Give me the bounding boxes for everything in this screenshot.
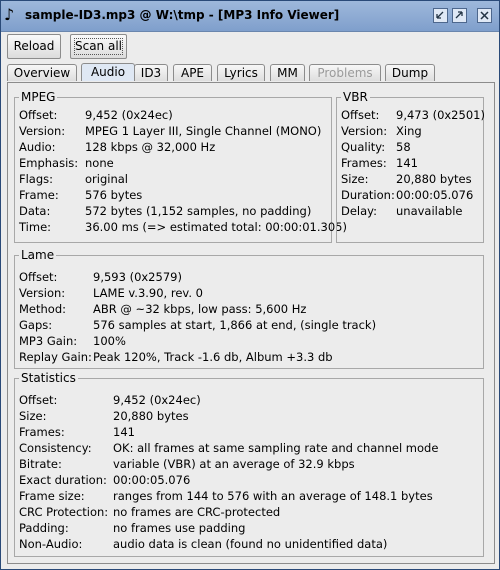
vbr-group: VBR Offset: 9,473 (0x2501) Version: Xing Q… xyxy=(336,90,485,243)
field-label: Consistency: xyxy=(19,441,92,455)
statistics-group: Statistics Offset: 9,452 (0x24ec) Size: 20… xyxy=(14,371,484,557)
field-label: Padding: xyxy=(19,521,69,535)
field-label: Frame: xyxy=(19,188,59,202)
field-label: Data: xyxy=(19,204,51,218)
reload-button[interactable]: Reload xyxy=(7,34,61,59)
close-button[interactable] xyxy=(477,8,492,23)
tab-dump[interactable]: Dump xyxy=(385,64,435,81)
field-value: OK: all frames at same sampling rate and… xyxy=(113,441,439,455)
music-note-icon: ♪ xyxy=(4,5,15,24)
field-value: no frames use padding xyxy=(113,521,246,535)
mpeg-group: MPEG Offset: 9,452 (0x24ec) Version: MPEG … xyxy=(14,90,347,243)
title-bar[interactable]: ♪ sample-ID3.mp3 @ W:\tmp - [MP3 Info Vi… xyxy=(1,1,499,32)
field-label: Bitrate: xyxy=(19,457,62,471)
minimize-icon xyxy=(436,11,444,19)
field-label: Frames: xyxy=(341,156,387,170)
lame-group: Lame Offset: 9,593 (0x2579) Version: LAME … xyxy=(14,248,484,369)
field-value: Xing xyxy=(396,124,422,138)
field-label: Exact duration: xyxy=(19,473,107,487)
field-value: 20,880 bytes xyxy=(396,172,472,186)
field-value: MPEG 1 Layer III, Single Channel (MONO) xyxy=(85,124,322,138)
field-label: Version: xyxy=(341,124,388,138)
field-label: Offset: xyxy=(19,108,58,122)
field-label: Frame size: xyxy=(19,489,85,503)
field-label: Version: xyxy=(19,124,66,138)
field-value: 00:00:05.076 xyxy=(396,188,474,202)
field-value: 128 kbps @ 32,000 Hz xyxy=(85,140,216,154)
field-value: ABR @ ~32 kbps, low pass: 5,600 Hz xyxy=(93,302,307,316)
field-value: 100% xyxy=(93,334,126,348)
close-icon xyxy=(480,11,489,20)
vbr-group-title: VBR xyxy=(341,90,370,104)
field-label: Quality: xyxy=(341,140,386,154)
window-title: sample-ID3.mp3 @ W:\tmp - [MP3 Info View… xyxy=(25,8,340,22)
field-label: Size: xyxy=(19,409,47,423)
field-label: Audio: xyxy=(19,140,56,154)
field-value: none xyxy=(85,156,114,170)
field-label: CRC Protection: xyxy=(19,505,109,519)
field-label: Frames: xyxy=(19,425,65,439)
scan-all-button[interactable]: Scan all xyxy=(70,34,127,59)
field-value: 9,473 (0x2501) xyxy=(396,108,485,122)
field-value: unavailable xyxy=(396,204,463,218)
field-label: Delay: xyxy=(341,204,378,218)
tab-problems: Problems xyxy=(309,64,381,81)
field-label: Non-Audio: xyxy=(19,537,83,551)
field-value: 9,452 (0x24ec) xyxy=(85,108,173,122)
field-label: Version: xyxy=(19,286,66,300)
field-value: 576 samples at start, 1,866 at end, (sin… xyxy=(93,318,377,332)
field-label: Gaps: xyxy=(19,318,53,332)
field-value: original xyxy=(85,172,128,186)
tab-id3[interactable]: ID3 xyxy=(134,64,168,81)
tab-ape[interactable]: APE xyxy=(173,64,212,81)
lame-group-title: Lame xyxy=(19,248,57,262)
field-label: Size: xyxy=(341,172,369,186)
tab-lyrics[interactable]: Lyrics xyxy=(217,64,265,81)
tab-mm[interactable]: MM xyxy=(270,64,305,81)
field-value: ranges from 144 to 576 with an average o… xyxy=(113,489,433,503)
field-value: Peak 120%, Track -1.6 db, Album +3.3 db xyxy=(93,350,333,364)
field-label: Duration: xyxy=(341,188,395,202)
toolbar: Reload Scan all xyxy=(1,32,499,60)
field-value: 572 bytes (1,152 samples, no padding) xyxy=(85,204,312,218)
field-value: 9,593 (0x2579) xyxy=(93,270,182,284)
minimize-button[interactable] xyxy=(433,8,448,23)
tab-strip: Overview Audio ID3 APE Lyrics MM Problem… xyxy=(7,63,493,82)
mpeg-group-title: MPEG xyxy=(19,90,58,104)
field-value: 141 xyxy=(396,156,418,170)
field-label: MP3 Gain: xyxy=(19,334,78,348)
field-value: 20,880 bytes xyxy=(113,409,189,423)
maximize-icon xyxy=(455,11,463,19)
field-label: Offset: xyxy=(19,393,58,407)
audio-tab-panel: MPEG Offset: 9,452 (0x24ec) Version: MPEG … xyxy=(7,82,495,564)
field-label: Offset: xyxy=(341,108,380,122)
tab-audio[interactable]: Audio xyxy=(81,63,135,81)
field-value: LAME v.3.90, rev. 0 xyxy=(93,286,203,300)
field-label: Method: xyxy=(19,302,67,316)
maximize-button[interactable] xyxy=(452,8,467,23)
field-label: Emphasis: xyxy=(19,156,79,170)
field-value: 58 xyxy=(396,140,411,154)
field-value: 576 bytes xyxy=(85,188,143,202)
field-value: audio data is clean (found no unidentifi… xyxy=(113,537,388,551)
field-value: 141 xyxy=(113,425,135,439)
field-label: Time: xyxy=(19,220,52,234)
app-window: ♪ sample-ID3.mp3 @ W:\tmp - [MP3 Info Vi… xyxy=(0,0,500,570)
field-label: Replay Gain: xyxy=(19,350,92,364)
field-label: Flags: xyxy=(19,172,54,186)
field-value: 36.00 ms (=> estimated total: 00:00:01.3… xyxy=(85,220,347,234)
field-label: Offset: xyxy=(19,270,58,284)
field-value: 9,452 (0x24ec) xyxy=(113,393,201,407)
tab-overview[interactable]: Overview xyxy=(7,64,77,81)
statistics-group-title: Statistics xyxy=(19,371,78,385)
field-value: no frames are CRC-protected xyxy=(113,505,281,519)
field-value: variable (VBR) at an average of 32.9 kbp… xyxy=(113,457,355,471)
field-value: 00:00:05.076 xyxy=(113,473,191,487)
focus-ring xyxy=(74,38,123,55)
